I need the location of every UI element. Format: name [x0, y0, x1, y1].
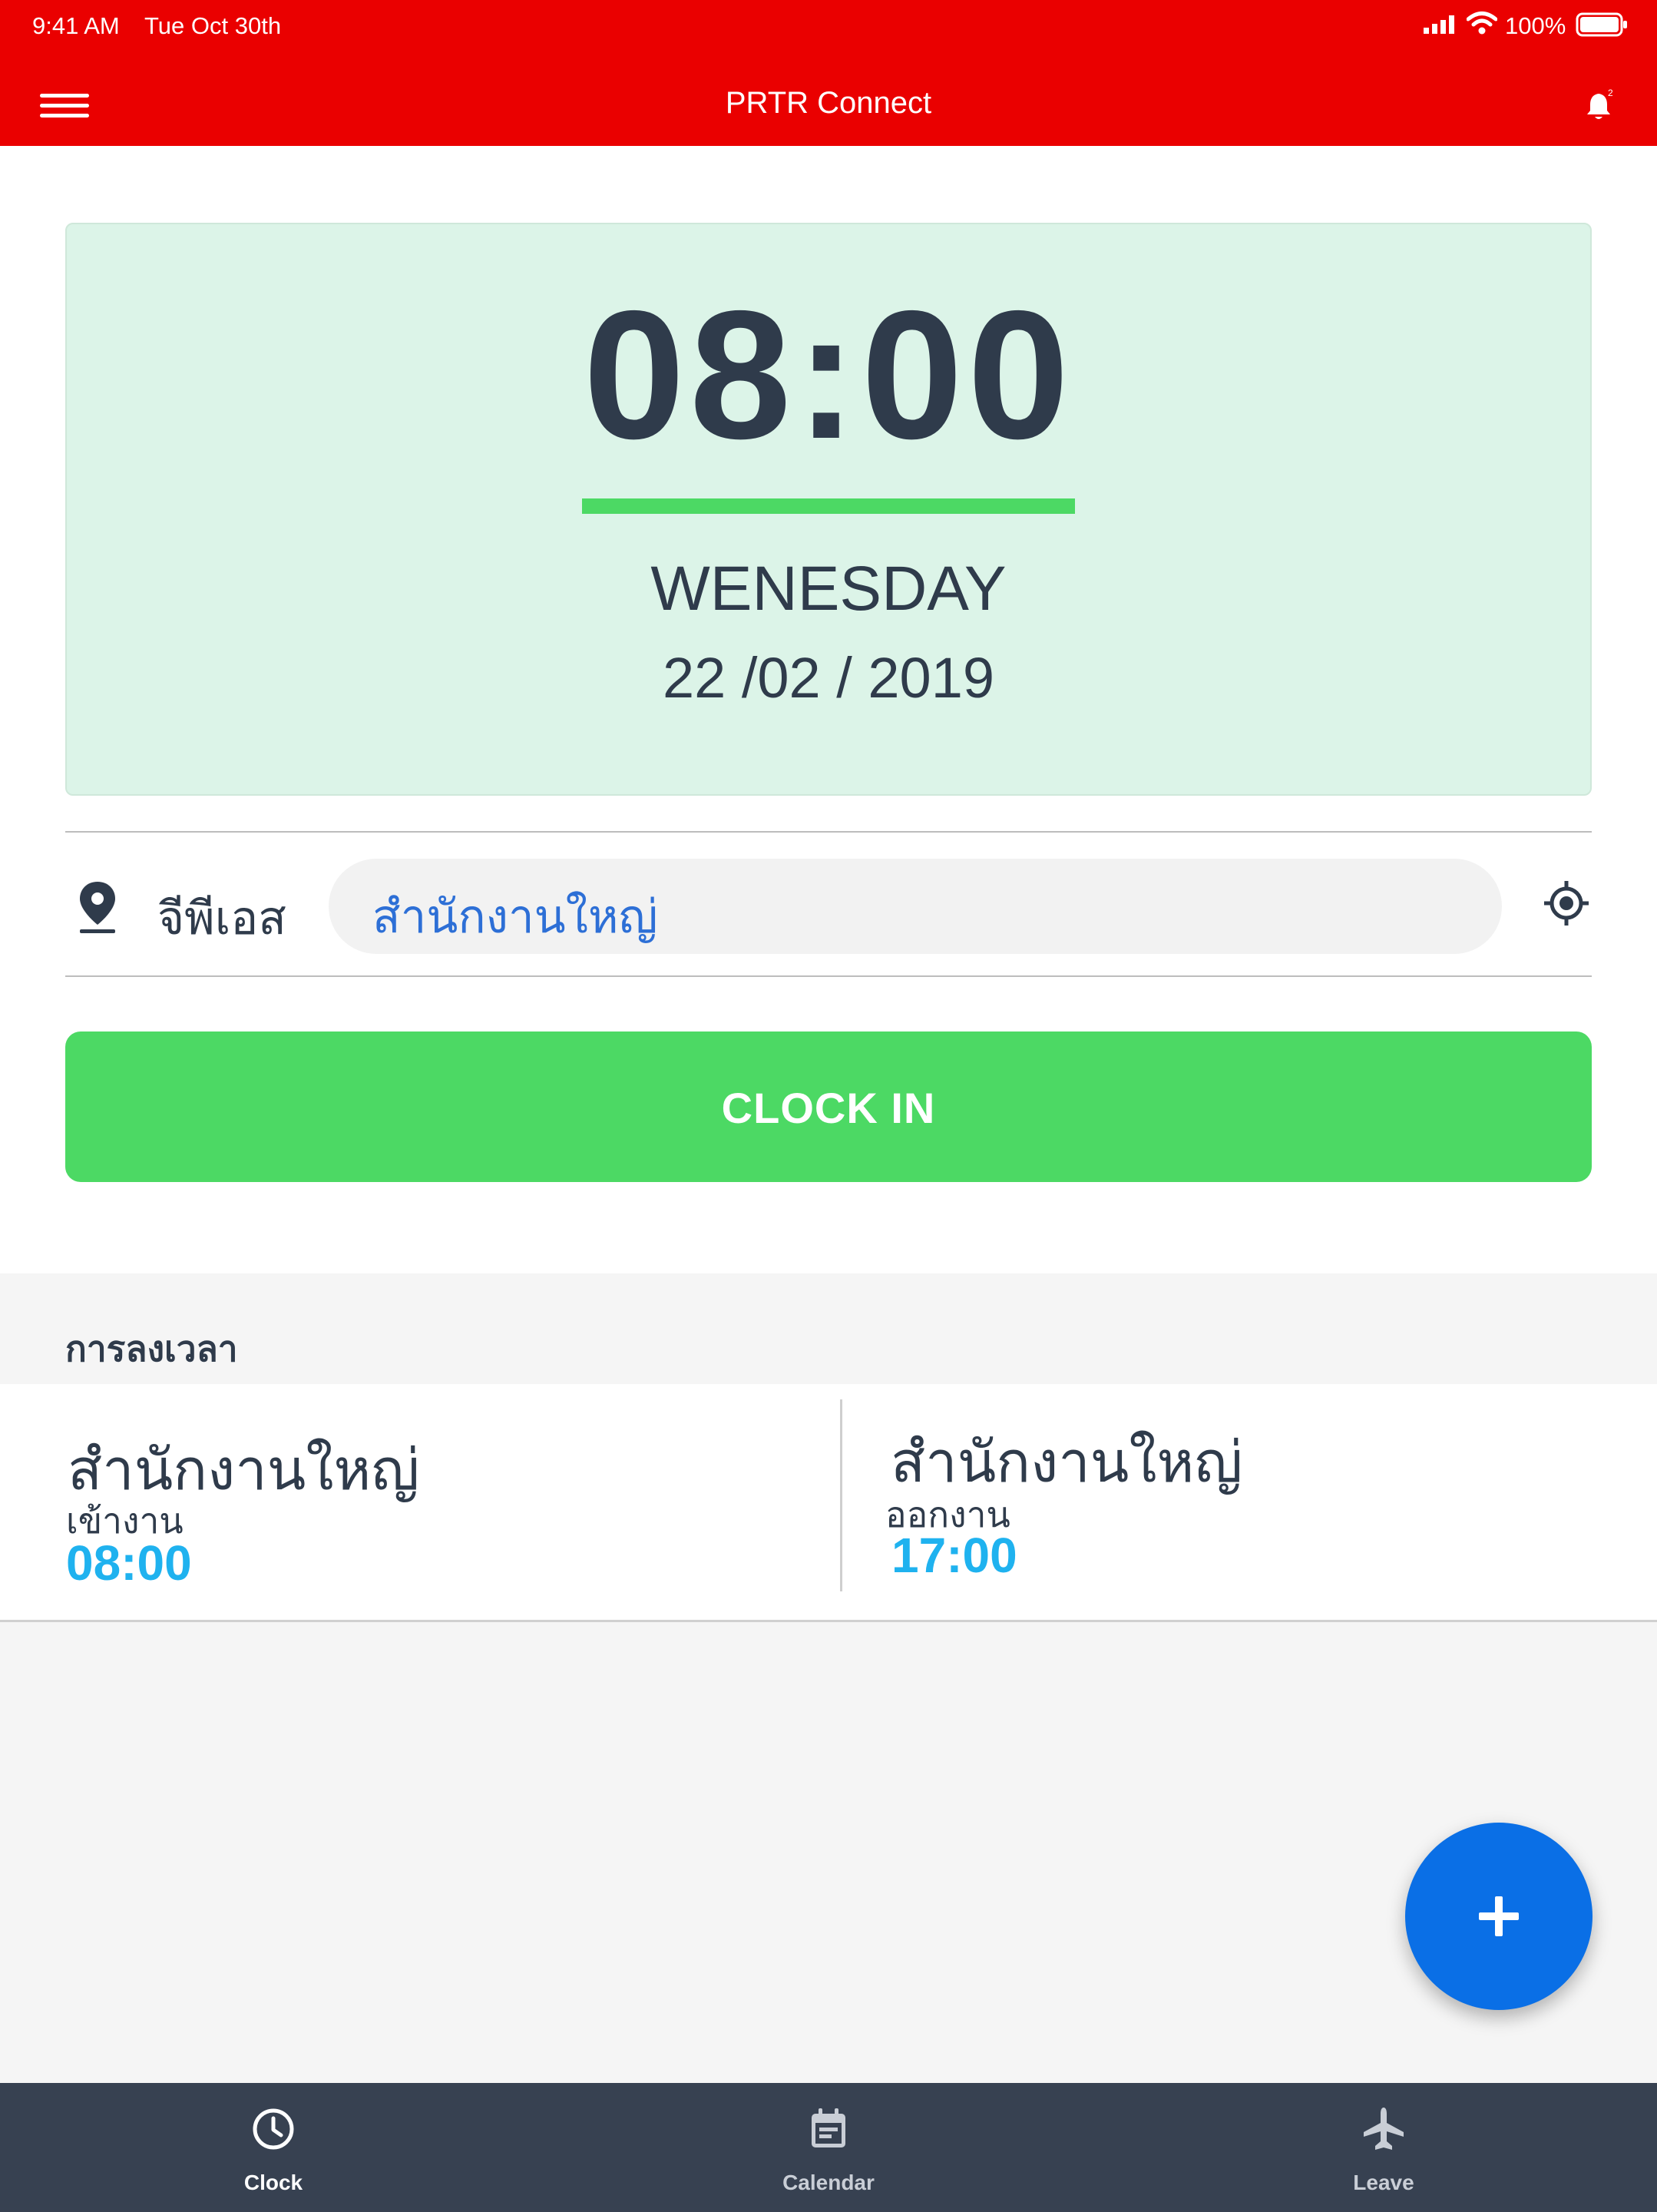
current-day: WENESDAY: [650, 554, 1007, 624]
record-item[interactable]: สำนักงานใหญ่ ออกงาน 17:00: [842, 1384, 1657, 1622]
record-time: 17:00: [891, 1528, 1017, 1583]
nav-label-calendar: Calendar: [782, 2171, 875, 2194]
current-date: 22 /02 / 2019: [662, 646, 995, 710]
status-time: 9:41 AM: [32, 12, 120, 39]
wifi-icon: [1466, 11, 1498, 35]
divider: [65, 975, 1592, 977]
clock-in-label[interactable]: CLOCK IN: [65, 1083, 1592, 1133]
battery-icon: [1576, 12, 1628, 37]
nav-item-leave[interactable]: Leave: [1245, 2083, 1522, 2212]
nav-item-calendar[interactable]: Calendar: [690, 2083, 967, 2212]
nav-label-leave: Leave: [1353, 2171, 1414, 2194]
clock-icon: [253, 2108, 294, 2150]
plus-icon: [1479, 1896, 1519, 1936]
status-date: Tue Oct 30th: [144, 12, 282, 39]
record-time: 08:00: [66, 1535, 192, 1591]
record-item[interactable]: สำนักงานใหญ่ เข้างาน 08:00: [0, 1384, 840, 1622]
nav-item-clock[interactable]: Clock: [135, 2083, 412, 2212]
app-title: PRTR Connect: [725, 86, 932, 120]
records-section-title: การลงเวลา: [65, 1329, 238, 1369]
current-time: 08:00: [583, 273, 1074, 477]
app-header: 9:41 AM Tue Oct 30th 100% PRTR Connect 2: [0, 0, 1657, 146]
location-value[interactable]: สำนักงานใหญ่: [372, 880, 658, 953]
battery-percent: 100%: [1505, 12, 1566, 39]
locate-me-icon[interactable]: [1543, 880, 1589, 926]
notification-bell-icon[interactable]: 2: [1583, 88, 1619, 124]
nav-label-clock: Clock: [243, 2171, 303, 2194]
airplane-icon: [1364, 2108, 1404, 2150]
location-pin-icon: [75, 880, 120, 934]
add-button[interactable]: [1405, 1823, 1593, 2010]
time-underline: [582, 498, 1075, 514]
divider: [65, 831, 1592, 833]
signal-icon: [1424, 15, 1456, 34]
company-name: จีพีเอส: [157, 892, 286, 944]
calendar-icon: [812, 2108, 845, 2147]
notification-count: 2: [1608, 88, 1613, 98]
